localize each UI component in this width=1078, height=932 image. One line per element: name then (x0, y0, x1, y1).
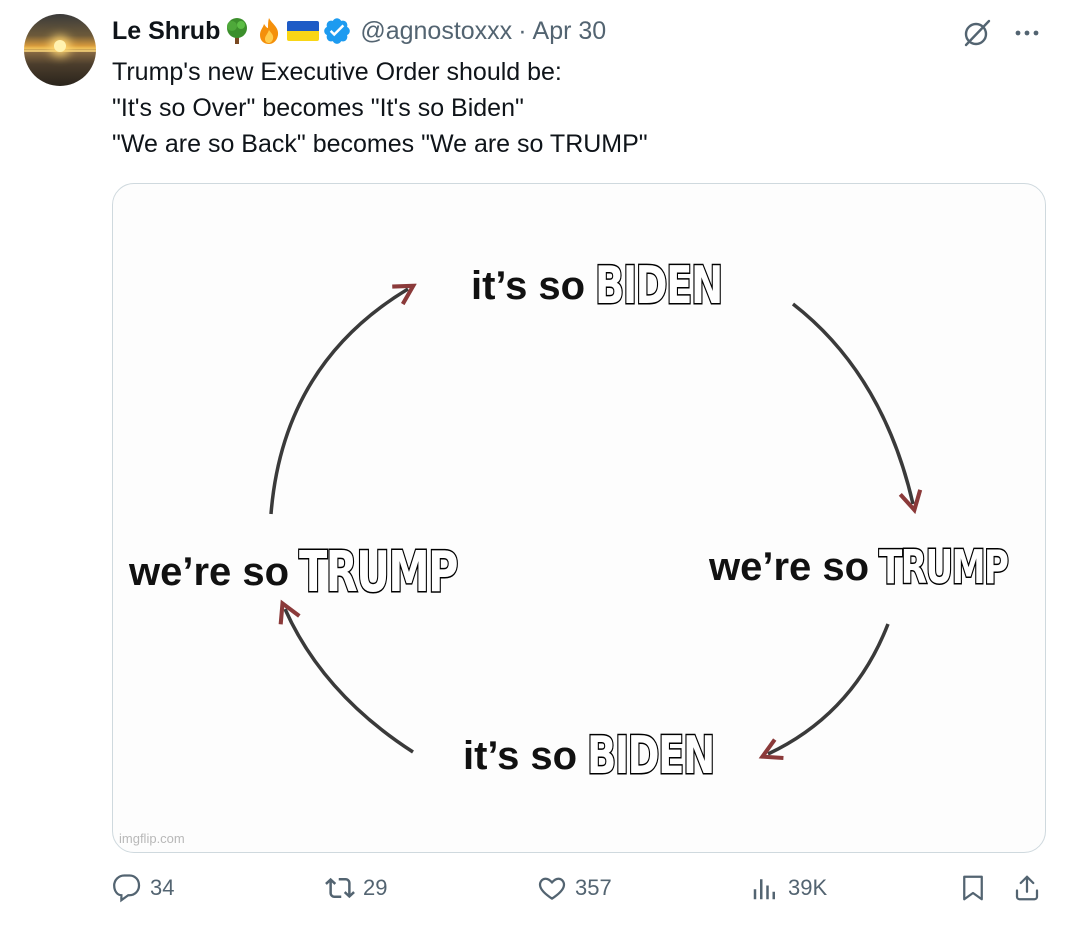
share-button[interactable] (1012, 873, 1042, 903)
heart-icon (538, 877, 566, 900)
reply-button[interactable]: 34 (112, 873, 174, 903)
arrow-top-left (269, 289, 408, 515)
repost-icon (325, 877, 355, 899)
tweet-media-image[interactable]: it’s so BIDEN we’re so TRUMP it’s so BID… (112, 183, 1046, 853)
display-name[interactable]: Le Shrub (112, 17, 220, 46)
arrow-bottom-right (768, 623, 890, 754)
bookmark-icon (963, 875, 983, 901)
meme-left-plain: we’re so (129, 550, 290, 594)
arrow-top-right (791, 302, 913, 504)
views-button[interactable]: 39K (750, 873, 827, 903)
fire-emoji (254, 16, 284, 46)
meme-top-plain: it’s so (471, 263, 586, 308)
repost-button[interactable]: 29 (325, 873, 387, 903)
meme-label-bottom: it’s so BIDEN (463, 725, 758, 788)
verified-badge-icon[interactable] (322, 16, 352, 46)
meme-left-impact: TRUMP (298, 539, 460, 607)
views-count: 39K (788, 875, 828, 900)
meme-bottom-plain: it’s so (463, 733, 578, 778)
arrow-bottom-left (285, 609, 414, 754)
tweet-text: Trump's new Executive Order should be: "… (112, 54, 1042, 162)
post-date[interactable]: Apr 30 (533, 17, 607, 46)
more-options-icon[interactable] (1010, 16, 1044, 50)
ukraine-flag-emoji (286, 18, 320, 44)
action-bar: 34 29 357 39K (0, 873, 1078, 917)
like-button[interactable]: 357 (537, 873, 612, 903)
grok-icon[interactable] (960, 16, 994, 50)
tweet-text-line: "We are so Back" becomes "We are so TRUM… (112, 130, 648, 158)
avatar-sun (54, 40, 66, 52)
share-icon (1015, 875, 1039, 901)
meme-label-left: we’re so TRUMP (129, 539, 513, 607)
like-count: 357 (575, 875, 612, 900)
views-chart-icon (753, 879, 775, 900)
separator-dot: · (518, 16, 527, 45)
imgflip-watermark: imgflip.com (119, 831, 185, 846)
bookmark-button[interactable] (958, 873, 988, 903)
tweet-text-line: Trump's new Executive Order should be: (112, 58, 562, 86)
meme-label-top: it’s so BIDEN (471, 255, 766, 318)
meme-label-right: we’re so TRUMP (709, 539, 1045, 596)
meme-top-impact: BIDEN (594, 255, 724, 318)
avatar[interactable] (24, 14, 96, 86)
meme-bottom-impact: BIDEN (586, 725, 716, 788)
reply-icon (113, 874, 141, 903)
tweet-header: Le Shrub @agnostoxxx · Apr 30 (112, 14, 606, 48)
reply-count: 34 (150, 875, 175, 900)
meme-right-plain: we’re so (709, 544, 870, 589)
tweet-text-line: "It's so Over" becomes "It's so Biden" (112, 94, 524, 122)
tree-emoji (222, 16, 252, 46)
meme-right-impact: TRUMP (878, 539, 1010, 596)
repost-count: 29 (363, 875, 388, 900)
user-handle[interactable]: @agnostoxxx (360, 17, 512, 46)
